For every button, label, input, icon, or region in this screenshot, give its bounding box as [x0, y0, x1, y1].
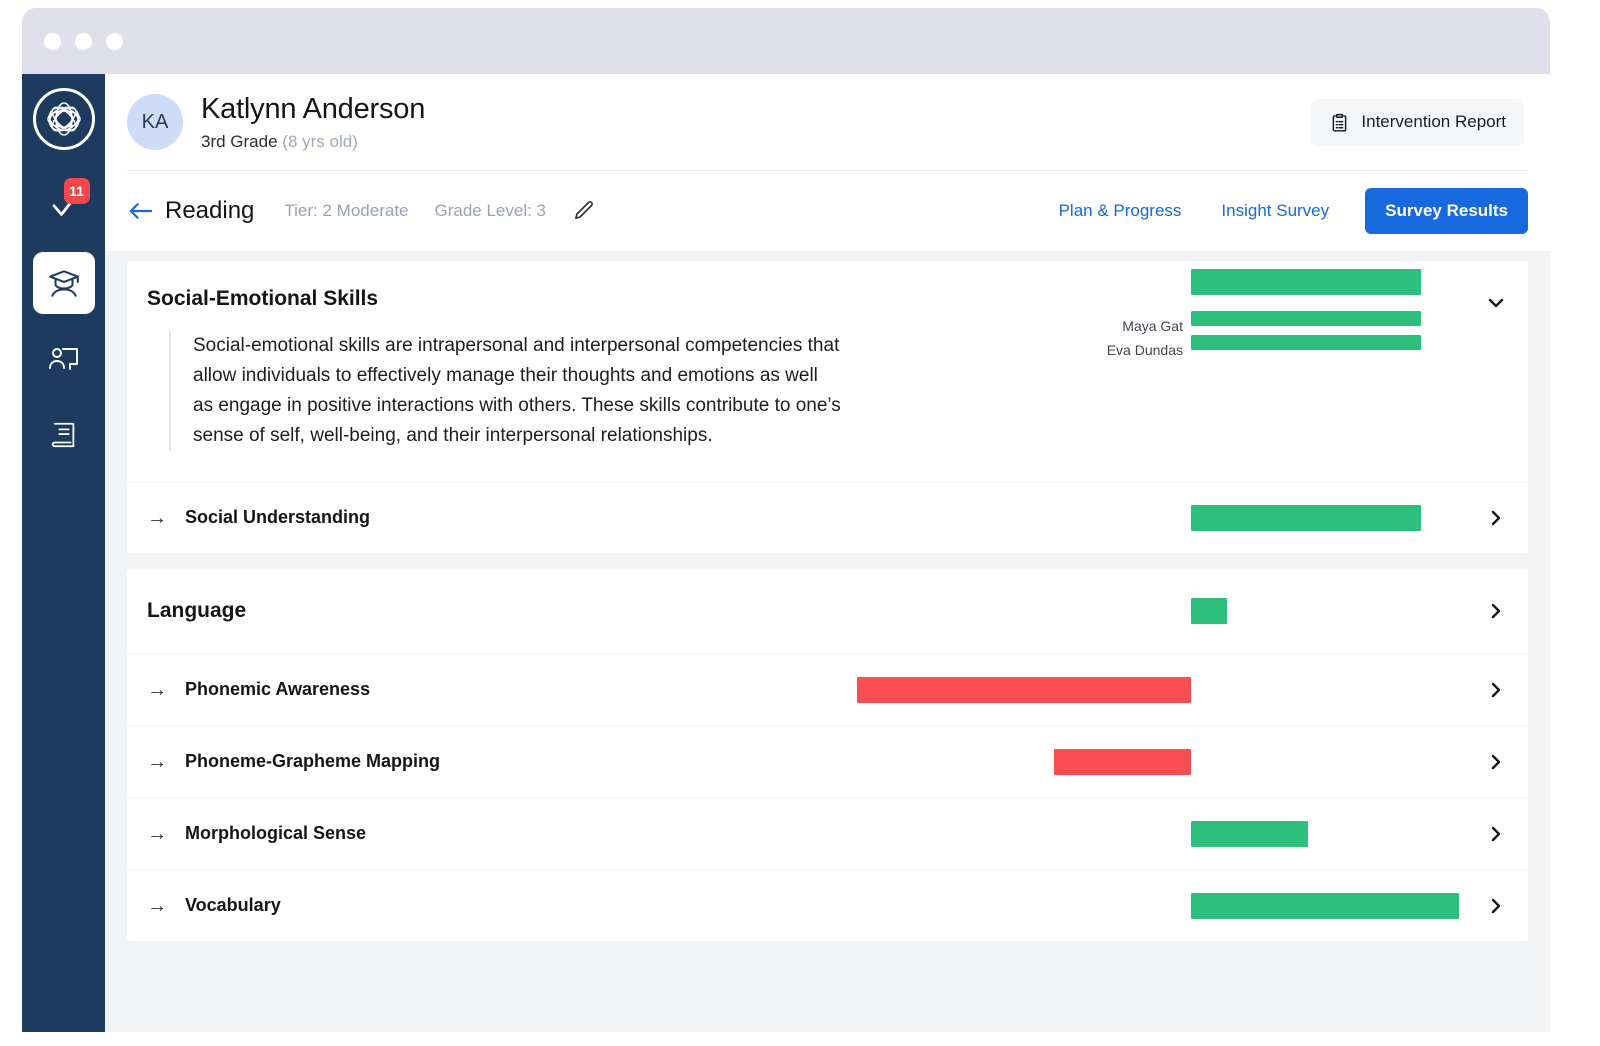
section-bars-language [127, 569, 1528, 653]
window-maximize-dot[interactable] [106, 33, 123, 50]
arrow-right-glyph-icon: → [147, 752, 169, 772]
grade-level-label: Grade Level: 3 [435, 201, 547, 221]
app-window: 11 [22, 8, 1550, 1032]
sidebar-item-classroom[interactable] [33, 328, 95, 390]
chevron-right-icon [1486, 680, 1506, 700]
arrow-right-glyph-icon: → [147, 896, 169, 916]
section-label-wrap: Language [147, 599, 246, 623]
pencil-icon [572, 199, 596, 223]
arrow-left-icon [127, 200, 154, 222]
subject-subnav: Reading Tier: 2 Moderate Grade Level: 3 … [105, 171, 1550, 251]
graduation-cap-icon [47, 266, 81, 300]
chevron-right-icon [1486, 896, 1506, 916]
skill-row-social-understanding[interactable]: → Social Understanding [127, 481, 1528, 553]
sidebar-item-students[interactable] [33, 252, 95, 314]
skill-row-phonemic-awareness[interactable]: → Phonemic Awareness [127, 653, 1528, 725]
student-age: (8 yrs old) [282, 132, 358, 151]
skill-row-chevron[interactable] [1486, 680, 1506, 700]
left-sidebar: 11 [22, 74, 105, 1032]
chevron-right-icon [1486, 752, 1506, 772]
student-meta: Katlynn Anderson 3rd Grade (8 yrs old) [201, 92, 1311, 152]
subnav-tabs: Plan & Progress Insight Survey Survey Re… [1039, 188, 1528, 234]
app-body: 11 [22, 74, 1550, 1032]
bar-vocabulary [1191, 893, 1459, 919]
skill-row-phoneme-grapheme-mapping[interactable]: → Phoneme-Grapheme Mapping [127, 725, 1528, 797]
person-screen-icon [48, 343, 80, 375]
bar-morphological-sense [1191, 821, 1308, 847]
globe-logo[interactable] [33, 88, 95, 150]
section-card-social-emotional: Social-Emotional Skills Maya Gat Eva Dun… [127, 261, 1528, 553]
skill-row-vocabulary[interactable]: → Vocabulary [127, 869, 1528, 941]
avatar: KA [127, 94, 183, 150]
tasks-badge: 11 [64, 178, 90, 204]
section-description: Social-emotional skills are intrapersona… [169, 331, 843, 451]
bar-phonemic-awareness [857, 677, 1191, 703]
window-close-dot[interactable] [44, 33, 61, 50]
book-icon [49, 420, 79, 450]
student-header: KA Katlynn Anderson 3rd Grade (8 yrs old… [105, 74, 1550, 170]
row-label-wrap: → Vocabulary [147, 895, 281, 916]
section-title: Social-Emotional Skills [147, 287, 378, 311]
back-button[interactable] [127, 200, 154, 222]
edit-button[interactable] [572, 199, 596, 223]
skill-row-morphological-sense[interactable]: → Morphological Sense [127, 797, 1528, 869]
subject-title: Reading [165, 197, 254, 225]
row-label-wrap: → Morphological Sense [147, 823, 366, 844]
section-header-language[interactable]: Language [127, 569, 1528, 653]
page-title: Katlynn Anderson [201, 92, 1311, 127]
skill-row-label: Phonemic Awareness [185, 679, 370, 700]
tier-label: Tier: 2 Moderate [284, 201, 408, 221]
section-title: Language [147, 599, 246, 623]
arrow-right-glyph-icon: → [147, 680, 169, 700]
section-header-social-emotional[interactable]: Social-Emotional Skills Maya Gat Eva Dun… [127, 261, 1528, 311]
bar-language [1191, 598, 1227, 624]
skill-row-chevron[interactable] [1486, 896, 1506, 916]
skill-row-chevron[interactable] [1486, 508, 1506, 528]
chevron-right-icon [1486, 824, 1506, 844]
student-grade: 3rd Grade [201, 132, 278, 151]
bar-social-understanding [1191, 505, 1421, 531]
skills-list[interactable]: Social-Emotional Skills Maya Gat Eva Dun… [105, 251, 1550, 1032]
arrow-right-glyph-icon: → [147, 508, 169, 528]
window-titlebar [22, 8, 1550, 74]
tab-plan-progress[interactable]: Plan & Progress [1039, 201, 1202, 221]
section-toggle-language[interactable] [1486, 601, 1506, 621]
bar-social-emotional-overall [1191, 269, 1421, 295]
skill-row-label: Social Understanding [185, 507, 370, 528]
row-label-wrap: → Social Understanding [147, 507, 370, 528]
window-minimize-dot[interactable] [75, 33, 92, 50]
row-bars [127, 870, 1528, 941]
main-content: KA Katlynn Anderson 3rd Grade (8 yrs old… [105, 74, 1550, 1032]
row-label-wrap: → Phonemic Awareness [147, 679, 370, 700]
skill-row-label: Vocabulary [185, 895, 281, 916]
section-card-language: Language → [127, 569, 1528, 941]
skill-row-chevron[interactable] [1486, 752, 1506, 772]
sidebar-item-tasks[interactable]: 11 [33, 176, 95, 238]
skill-row-chevron[interactable] [1486, 824, 1506, 844]
skill-row-label: Morphological Sense [185, 823, 366, 844]
chevron-down-icon [1486, 293, 1506, 313]
tab-survey-results[interactable]: Survey Results [1365, 188, 1528, 234]
row-label-wrap: → Phoneme-Grapheme Mapping [147, 751, 440, 772]
tab-insight-survey[interactable]: Insight Survey [1201, 201, 1349, 221]
chevron-right-icon [1486, 508, 1506, 528]
section-toggle-social-emotional[interactable] [1486, 293, 1506, 313]
arrow-right-glyph-icon: → [147, 824, 169, 844]
section-label-wrap: Social-Emotional Skills [147, 287, 378, 311]
intervention-report-button[interactable]: Intervention Report [1311, 99, 1524, 146]
chevron-right-icon [1486, 601, 1506, 621]
section-description-block: Social-emotional skills are intrapersona… [127, 311, 1528, 481]
skill-row-label: Phoneme-Grapheme Mapping [185, 751, 440, 772]
student-subtitle: 3rd Grade (8 yrs old) [201, 132, 1311, 152]
sidebar-item-library[interactable] [33, 404, 95, 466]
intervention-report-label: Intervention Report [1361, 112, 1506, 132]
clipboard-icon [1329, 112, 1350, 133]
bar-phoneme-grapheme-mapping [1054, 749, 1191, 775]
